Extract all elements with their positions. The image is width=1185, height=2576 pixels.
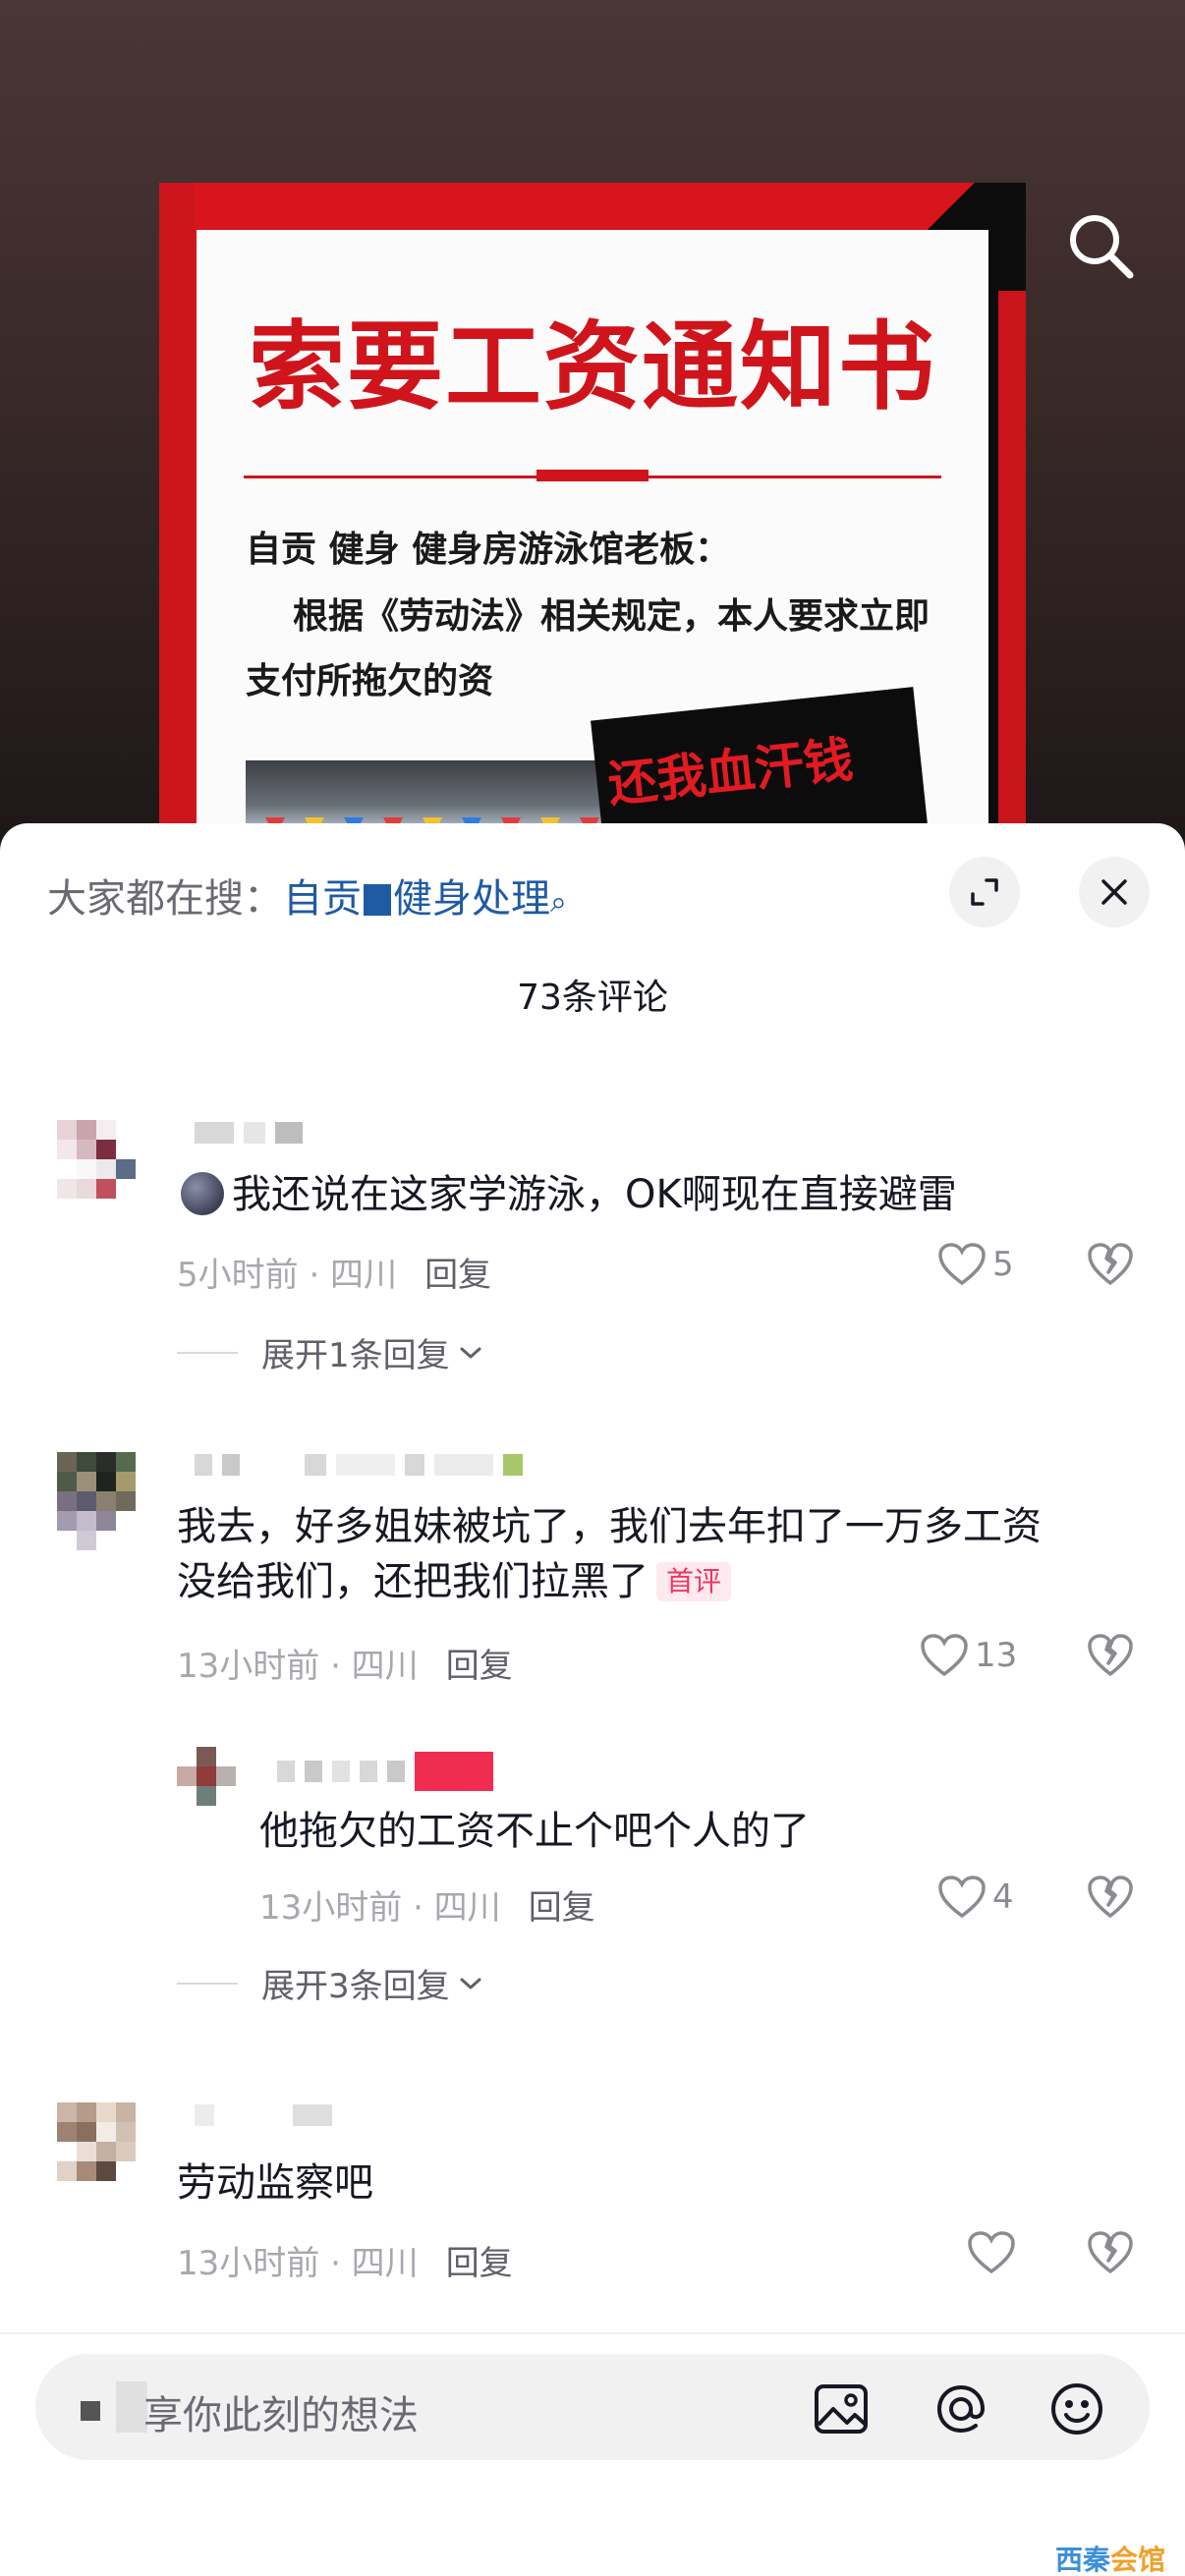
hot-search-term-1: 自贡 xyxy=(283,876,362,922)
like-count: 5 xyxy=(992,1245,1014,1284)
poster-title: 索要工资通知书 xyxy=(248,311,936,423)
emoji-icon xyxy=(1051,2383,1102,2435)
mention-button[interactable] xyxy=(931,2380,990,2438)
hot-search-bar[interactable]: 大家都在搜：自贡 健身处理⌕ xyxy=(47,867,567,924)
dislike-button[interactable] xyxy=(1087,1875,1134,1924)
reply-button[interactable]: 回复 xyxy=(446,1647,513,1686)
divider xyxy=(177,1351,238,1354)
emoji-button[interactable] xyxy=(1047,2380,1106,2438)
poster-red-edge-right xyxy=(998,291,1026,884)
hot-search-icon: ⌕ xyxy=(550,885,567,920)
reply-avatar[interactable] xyxy=(177,1747,236,1806)
censored-block xyxy=(364,884,391,916)
hot-search-prefix: 大家都在搜： xyxy=(47,876,283,922)
like-count: 4 xyxy=(992,1877,1014,1917)
like-button[interactable]: 13 xyxy=(920,1633,1017,1678)
censored-block xyxy=(81,2401,100,2421)
video-area[interactable]: 索要工资通知书 自贡 健身 健身房游泳馆老板： 根据《劳动法》相关规定，本人要求… xyxy=(0,0,1185,884)
input-separator xyxy=(0,2332,1185,2334)
comment-time-location: 13小时前 · 四川 xyxy=(177,1647,419,1686)
comment-meta: 13小时前 · 四川 回复 xyxy=(177,2236,513,2284)
comment-time-location: 13小时前 · 四川 xyxy=(177,2244,419,2283)
reply-time-location: 13小时前 · 四川 xyxy=(259,1888,501,1928)
search-button[interactable] xyxy=(1063,208,1140,285)
heart-icon xyxy=(921,1634,968,1677)
poster-line-3: 支付所拖欠的资 xyxy=(246,661,494,701)
at-icon xyxy=(936,2384,986,2434)
reply-button[interactable]: 回复 xyxy=(529,1888,595,1928)
first-comment-badge: 首评 xyxy=(656,1562,732,1601)
heart-icon xyxy=(938,1243,986,1286)
broken-heart-icon xyxy=(1088,2231,1133,2273)
search-icon xyxy=(1070,215,1134,279)
reply-username-censored[interactable] xyxy=(277,1752,493,1791)
comment-text: 我去，好多姐妹被坑了，我们去年扣了一万多工资 xyxy=(177,1504,1042,1549)
hot-search-term-2: 健身处理 xyxy=(393,876,550,922)
comment-text-content: 没给我们，还把我们拉黑了 xyxy=(177,1559,649,1604)
comment-meta: 13小时前 · 四川 回复 xyxy=(177,1639,513,1687)
expand-icon xyxy=(971,878,998,906)
dislike-button[interactable] xyxy=(1087,1633,1134,1682)
dislike-button[interactable] xyxy=(1087,1242,1134,1291)
avatar[interactable] xyxy=(57,2102,155,2201)
divider xyxy=(177,1982,238,1985)
poster-divider-accent xyxy=(536,470,649,481)
broken-heart-icon xyxy=(1088,1634,1133,1676)
like-button[interactable]: 4 xyxy=(937,1875,1014,1920)
image-button[interactable] xyxy=(812,2380,871,2438)
poster-line-2: 根据《劳动法》相关规定，本人要求立即 xyxy=(293,596,931,637)
username-censored[interactable] xyxy=(195,1120,303,1146)
avatar[interactable] xyxy=(57,1452,155,1550)
watermark: 西秦会馆 xyxy=(1055,2539,1165,2576)
heart-icon xyxy=(938,1876,986,1919)
broken-heart-icon xyxy=(1088,1243,1133,1285)
expand-replies-label: 展开1条回复 xyxy=(261,1336,450,1375)
comment-text: 劳动监察吧 xyxy=(177,2160,373,2206)
image-icon xyxy=(815,2384,868,2434)
reply-text: 他拖欠的工资不止个吧个人的了 xyxy=(259,1809,810,1854)
broken-heart-icon xyxy=(1088,1876,1133,1918)
close-icon xyxy=(1101,879,1127,905)
avatar[interactable] xyxy=(57,1120,155,1218)
hot-search-link[interactable]: 自贡 健身处理 xyxy=(283,876,550,922)
comment-text-line-2: 没给我们，还把我们拉黑了 首评 xyxy=(177,1554,732,1609)
poster-line-1: 自贡 健身 健身房游泳馆老板： xyxy=(246,530,731,570)
comment-text: 我还说在这家学游泳，OK啊现在直接避雷 xyxy=(181,1167,957,1222)
comment-count: 73条评论 xyxy=(517,978,668,1018)
like-button[interactable] xyxy=(967,2230,1022,2275)
video-poster: 索要工资通知书 自贡 健身 健身房游泳馆老板： 根据《劳动法》相关规定，本人要求… xyxy=(159,183,1026,884)
poster-red-edge xyxy=(159,183,195,884)
dislike-button[interactable] xyxy=(1087,2230,1134,2279)
reply-button[interactable]: 回复 xyxy=(446,2244,513,2283)
reply-button[interactable]: 回复 xyxy=(424,1256,491,1295)
reply-meta: 13小时前 · 四川 回复 xyxy=(259,1880,595,1929)
like-count: 13 xyxy=(975,1636,1018,1675)
username-censored[interactable] xyxy=(195,2102,332,2128)
moon-emoji-icon xyxy=(181,1172,224,1215)
chevron-down-icon xyxy=(460,1347,481,1358)
expand-replies[interactable]: 展开1条回复 xyxy=(177,1328,485,1376)
comment-text-content: 我还说在这家学游泳，OK啊现在直接避雷 xyxy=(232,1172,957,1217)
comment-meta: 5小时前 · 四川 回复 xyxy=(177,1248,491,1296)
watermark-part-1: 西秦 xyxy=(1055,2544,1111,2576)
comment-input-placeholder[interactable]: 享你此刻的想法 xyxy=(143,2383,419,2440)
expand-button[interactable] xyxy=(949,857,1020,927)
close-button[interactable] xyxy=(1079,857,1150,927)
like-button[interactable]: 5 xyxy=(937,1242,1014,1287)
comment-sheet: 大家都在搜：自贡 健身处理⌕ 73条评论 我还说在这家学游泳，OK啊现在直接避雷 … xyxy=(0,823,1185,2576)
expand-replies-label: 展开3条回复 xyxy=(261,1967,450,2006)
username-censored[interactable] xyxy=(195,1452,523,1478)
expand-replies[interactable]: 展开3条回复 xyxy=(177,1959,485,2007)
chevron-down-icon xyxy=(460,1978,481,1988)
heart-icon xyxy=(968,2231,1015,2274)
comment-time-location: 5小时前 · 四川 xyxy=(177,1256,398,1295)
comment-input-bar[interactable]: 享你此刻的想法 xyxy=(35,2354,1150,2460)
watermark-part-2: 会馆 xyxy=(1110,2544,1166,2576)
